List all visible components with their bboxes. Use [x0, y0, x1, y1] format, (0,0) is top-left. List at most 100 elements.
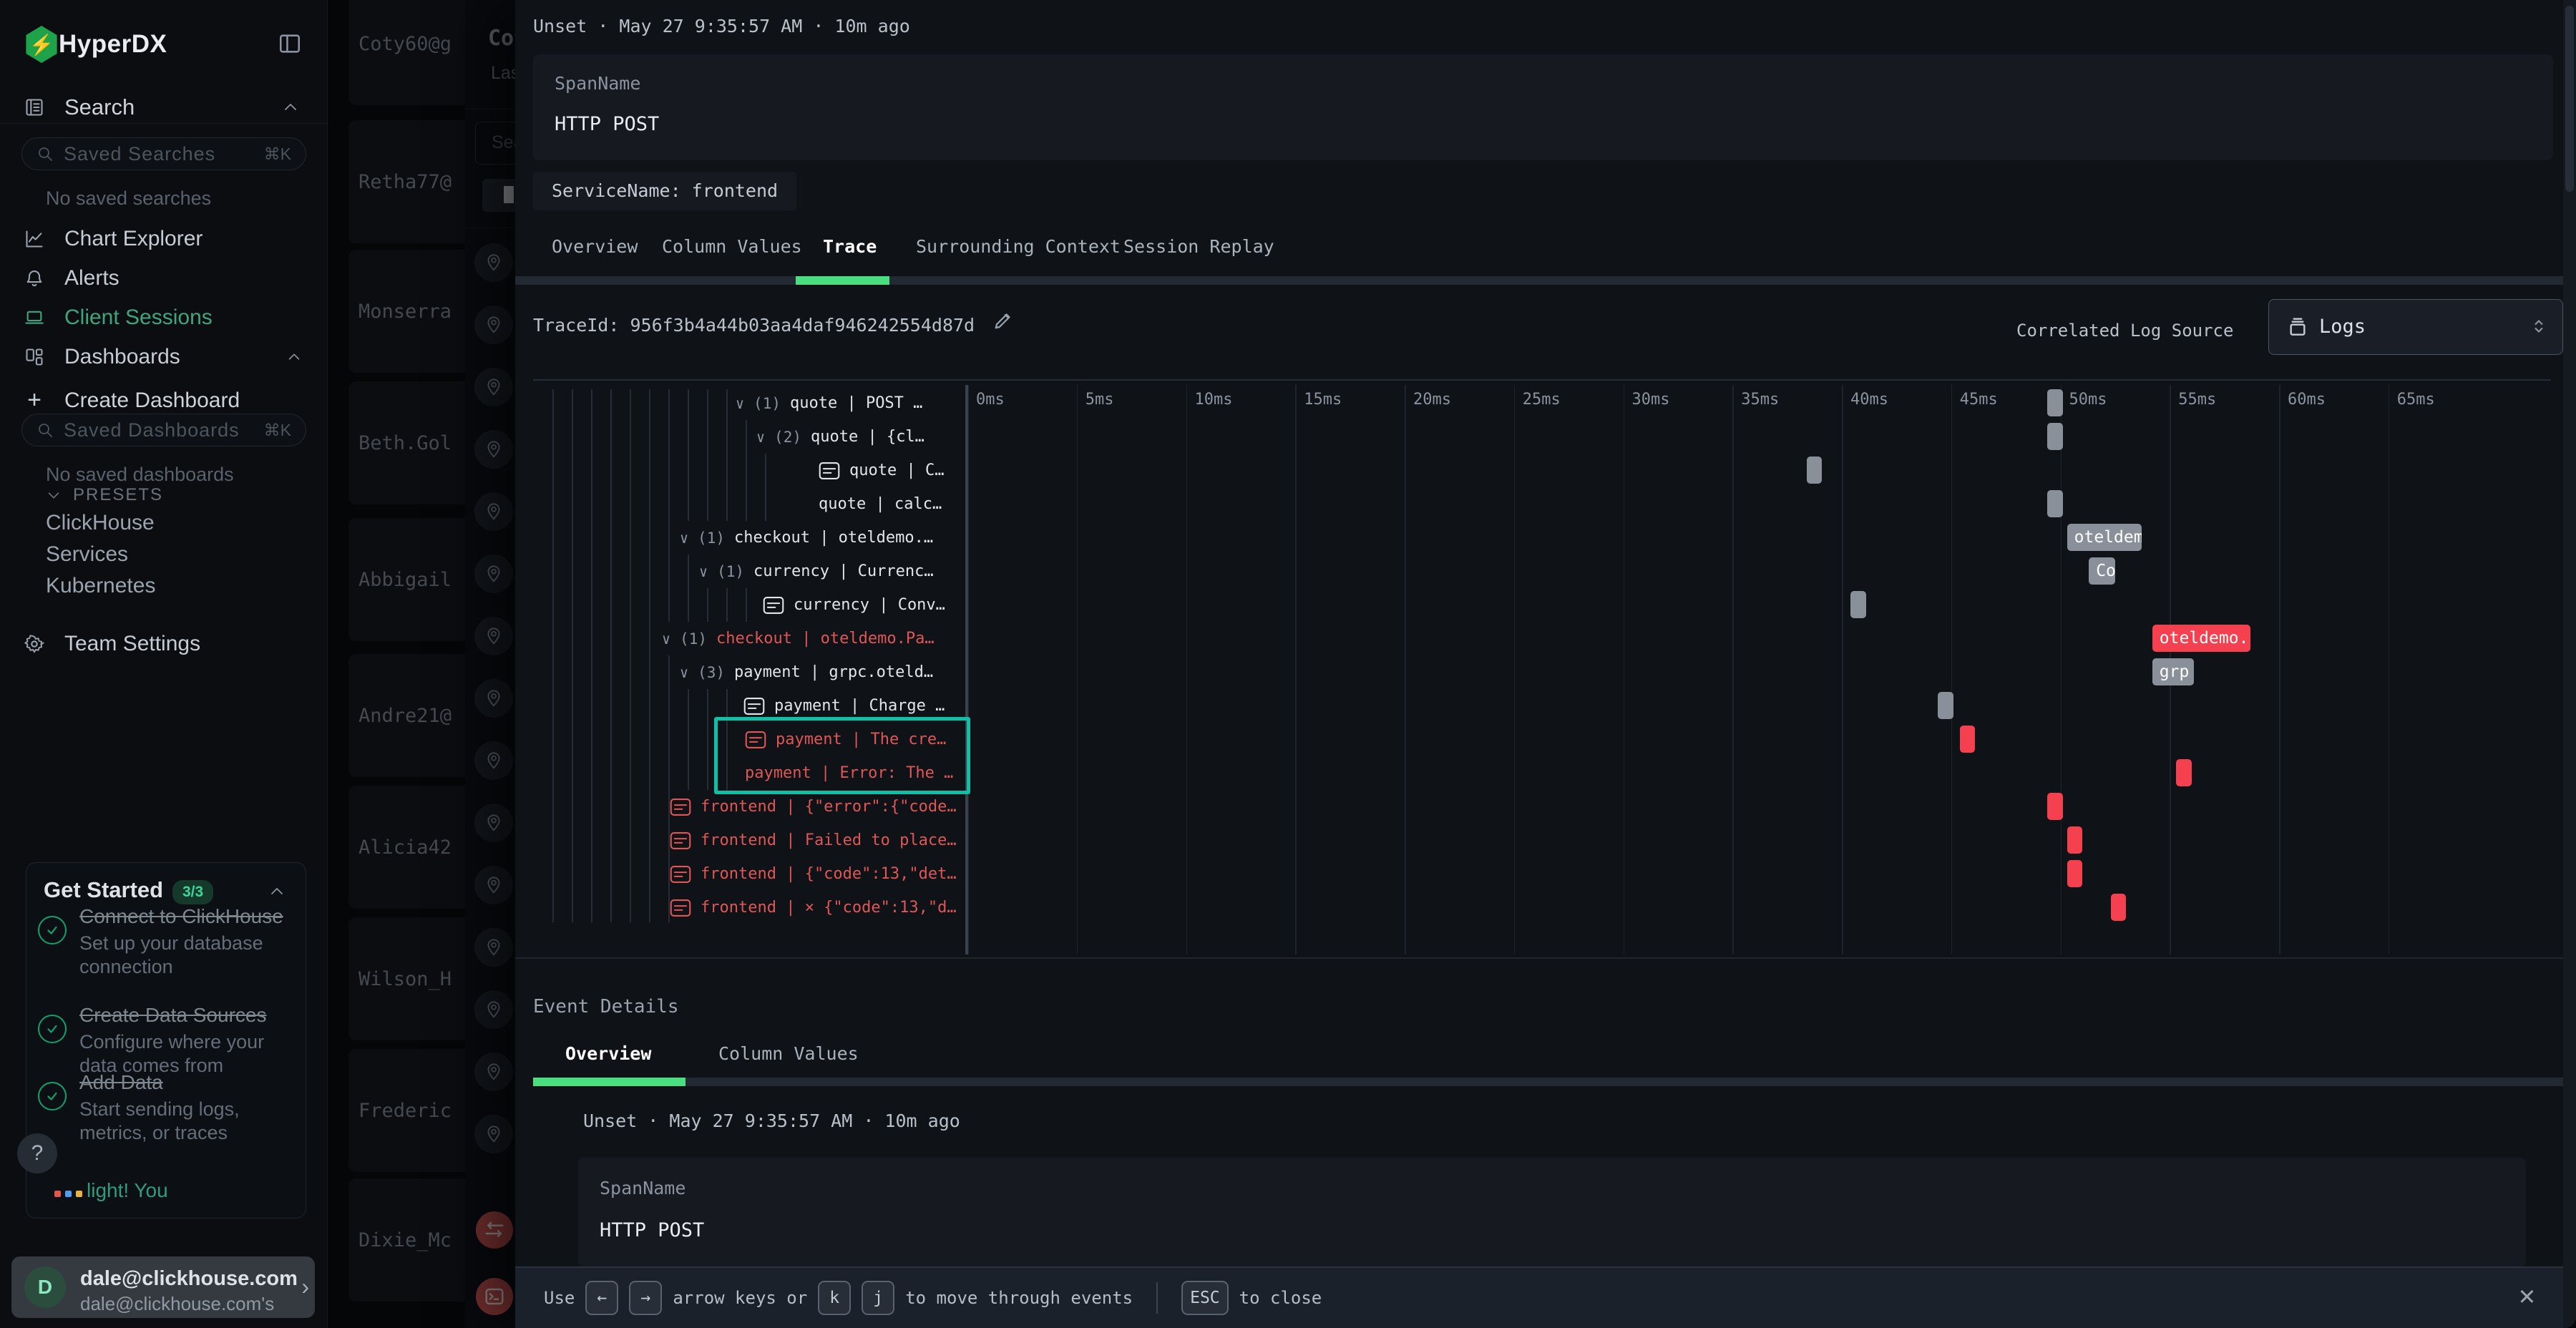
trace-tree-row[interactable]: quote | C… [819, 454, 951, 487]
drawer-scrollbar-track[interactable] [2563, 0, 2576, 1328]
edit-pencil-icon[interactable] [993, 309, 1015, 331]
span-duration-bar[interactable] [2047, 389, 2062, 416]
tab-trace[interactable]: Trace [823, 236, 877, 257]
location-pin-icon[interactable] [474, 1115, 513, 1153]
sidebar-item-client-sessions[interactable]: Client Sessions [0, 298, 328, 337]
session-list-item[interactable]: Retha77@ [348, 120, 513, 243]
chevron-down-icon[interactable]: ∨ [680, 529, 688, 547]
trace-tree-row[interactable]: frontend | {"code":13,"det… [670, 857, 964, 891]
session-list-item[interactable]: Monserra [348, 250, 513, 373]
span-duration-bar[interactable] [2047, 793, 2062, 820]
preset-item-kubernetes[interactable]: Kubernetes [46, 574, 155, 598]
session-list-item[interactable]: Frederic [348, 1049, 513, 1172]
span-duration-bar[interactable]: oteldemo. [2152, 625, 2250, 652]
chevron-down-icon[interactable]: ∨ [756, 429, 765, 446]
session-list-item[interactable]: Alicia42 [348, 786, 513, 909]
chevron-up-icon[interactable] [282, 99, 299, 116]
trace-tree-row[interactable]: frontend | {"error":{"code… [670, 790, 964, 824]
trace-tree-row[interactable]: currency | Conv… [763, 588, 952, 622]
location-pin-icon[interactable] [474, 866, 513, 904]
event-details-tab-column-values[interactable]: Column Values [718, 1043, 859, 1064]
location-pin-icon[interactable] [474, 617, 513, 655]
location-pin-icon[interactable] [474, 679, 513, 718]
span-duration-bar[interactable]: Co [2089, 557, 2115, 585]
chevron-up-icon[interactable] [286, 349, 302, 365]
trace-tree-row[interactable]: quote | calc… [819, 487, 949, 521]
get-started-item[interactable]: Add DataStart sending logs, metrics, or … [38, 1070, 296, 1146]
span-duration-bar[interactable] [2047, 490, 2062, 517]
session-list-item[interactable]: Abbigail [348, 518, 513, 641]
trace-tree-row[interactable]: ∨(1)currency | Currenc… [699, 555, 941, 588]
keycap-j[interactable]: j [862, 1281, 894, 1315]
trace-tree-row[interactable]: ∨(1)checkout | oteldemo.… [680, 521, 940, 555]
keycap-←[interactable]: ← [585, 1281, 618, 1315]
session-list-item[interactable]: Andre21@ [348, 654, 513, 777]
keycap-ESC[interactable]: ESC [1181, 1281, 1229, 1315]
saved-searches-input[interactable]: Saved Searches ⌘K [21, 137, 306, 170]
session-action-button[interactable] [482, 179, 515, 212]
location-pin-icon[interactable] [474, 368, 513, 406]
preset-item-clickhouse[interactable]: ClickHouse [46, 511, 155, 535]
location-pin-icon[interactable] [474, 741, 513, 780]
span-duration-bar[interactable]: oteldemo. [2067, 524, 2142, 551]
trace-tree-row[interactable]: frontend | × {"code":13,"d… [670, 891, 964, 924]
session-list-item[interactable]: Beth.Gol [348, 381, 513, 504]
location-pin-icon[interactable] [474, 928, 513, 967]
trace-tree-row[interactable]: ∨(1)checkout | oteldemo.Pa… [662, 622, 942, 655]
close-icon[interactable]: ✕ [2519, 1279, 2535, 1311]
presets-toggle[interactable]: PRESETS [46, 485, 163, 505]
tab-column-values[interactable]: Column Values [662, 236, 802, 257]
get-started-item[interactable]: Connect to ClickHouseSet up your databas… [38, 904, 296, 980]
log-source-select[interactable]: Logs [2268, 299, 2563, 355]
span-duration-bar[interactable] [2067, 826, 2082, 854]
location-pin-icon[interactable] [474, 990, 513, 1029]
get-started-item[interactable]: Create Data SourcesConfigure where your … [38, 1003, 296, 1078]
span-duration-bar[interactable] [1960, 726, 1975, 753]
span-duration-bar[interactable] [2047, 423, 2062, 450]
span-duration-bar[interactable] [1807, 456, 1822, 484]
location-pin-icon[interactable] [474, 492, 513, 531]
location-pin-icon[interactable] [474, 1053, 513, 1091]
location-pin-icon[interactable] [474, 804, 513, 842]
user-menu[interactable]: D dale@clickhouse.com dale@clickhouse.co… [11, 1256, 315, 1318]
servicename-chip[interactable]: ServiceName: frontend [533, 172, 796, 210]
saved-dashboards-input[interactable]: Saved Dashboards ⌘K [21, 414, 306, 446]
event-details-tab-overview[interactable]: Overview [565, 1043, 651, 1064]
location-pin-icon[interactable] [474, 243, 513, 282]
sidebar-section-search[interactable]: Search [24, 93, 303, 122]
chevron-down-icon[interactable]: ∨ [680, 664, 688, 681]
drawer-scrollbar-thumb[interactable] [2565, 6, 2574, 192]
chevron-up-icon[interactable] [268, 883, 286, 900]
location-pin-icon[interactable] [474, 430, 513, 469]
chevron-down-icon[interactable]: ∨ [662, 630, 670, 648]
sidebar-item-dashboards[interactable]: Dashboards [0, 337, 328, 376]
sidebar-item-chart-explorer[interactable]: Chart Explorer [0, 219, 328, 258]
session-list-item[interactable]: Dixie_Mc [348, 1178, 513, 1302]
location-pin-icon[interactable] [474, 555, 513, 593]
terminal-icon[interactable] [476, 1278, 513, 1315]
preset-item-services[interactable]: Services [46, 542, 128, 567]
trace-tree-row[interactable]: ∨(3)payment | grpc.oteld… [680, 655, 940, 689]
trace-tree-row[interactable]: frontend | Failed to place… [670, 824, 964, 857]
help-button[interactable]: ? [17, 1133, 57, 1173]
location-pin-icon[interactable] [474, 306, 513, 344]
span-duration-bar[interactable]: grp [2152, 658, 2194, 685]
keycap-k[interactable]: k [818, 1281, 851, 1315]
chevron-down-icon[interactable]: ∨ [699, 563, 708, 580]
tab-surrounding-context[interactable]: Surrounding Context [916, 236, 1121, 257]
sidebar-item-alerts[interactable]: Alerts [0, 258, 328, 298]
keycap-→[interactable]: → [629, 1281, 662, 1315]
span-duration-bar[interactable] [2176, 759, 2191, 786]
span-duration-bar[interactable] [1850, 591, 1865, 618]
trace-tree-row[interactable]: ∨(2)quote | {cl… [756, 420, 932, 454]
span-duration-bar[interactable] [2067, 860, 2082, 887]
span-duration-bar[interactable] [2111, 894, 2126, 921]
session-search-input[interactable]: Sea [475, 122, 515, 165]
tab-session-replay[interactable]: Session Replay [1123, 236, 1274, 257]
session-list-item[interactable]: Coty60@g [348, 0, 513, 105]
session-list-item[interactable]: Wilson_H [348, 917, 513, 1040]
trace-tree-row[interactable]: ∨(1)quote | POST … [736, 386, 930, 420]
sidebar-item-team-settings[interactable]: Team Settings [0, 624, 328, 663]
collapse-sidebar-icon[interactable] [278, 31, 302, 54]
tree-scrollbar[interactable] [965, 385, 968, 954]
